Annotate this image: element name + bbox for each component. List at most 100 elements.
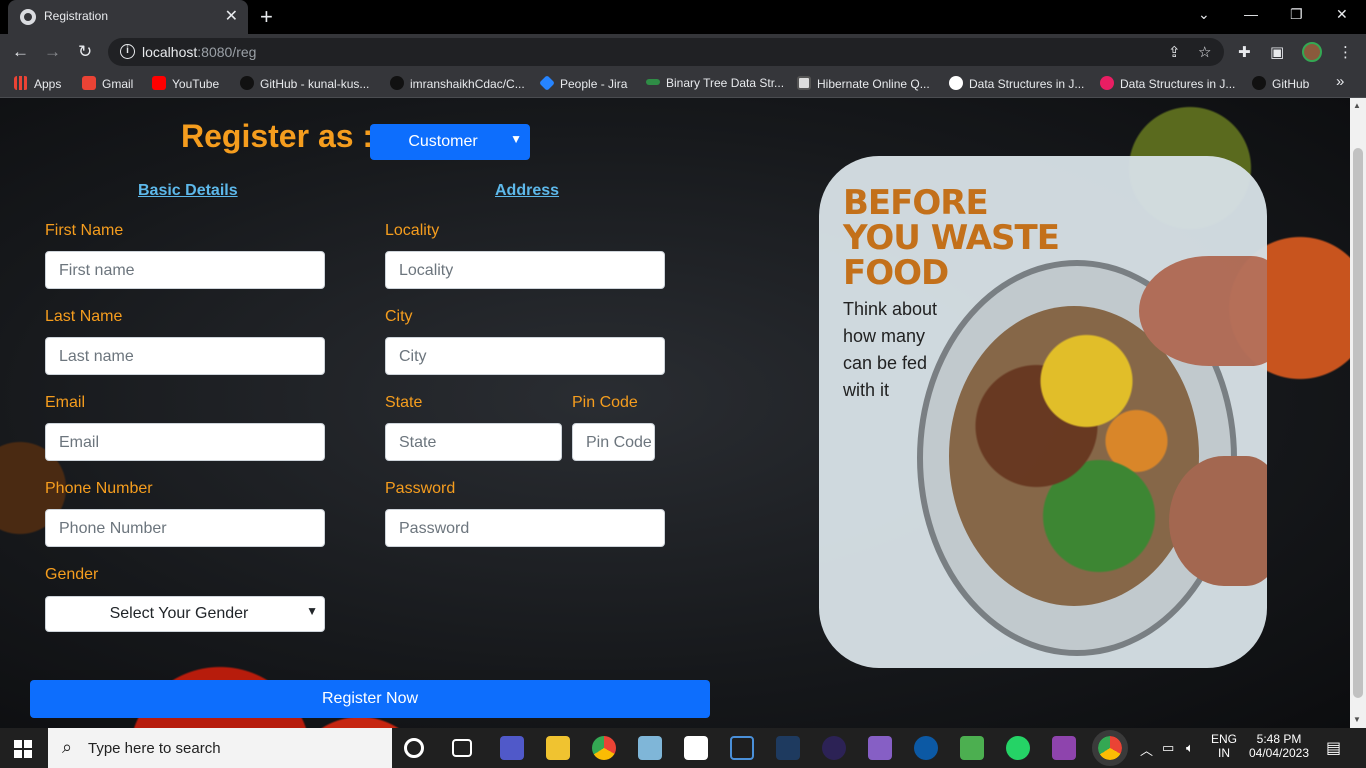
bookmark-ds-pink[interactable]: Data Structures in J...	[1100, 76, 1235, 91]
scroll-up-icon[interactable]: ▲	[1353, 101, 1361, 110]
bookmark-ds-google[interactable]: Data Structures in J...	[949, 76, 1084, 91]
eclipse-icon[interactable]	[822, 736, 846, 760]
address-heading: Address	[495, 182, 560, 199]
city-label: City	[385, 308, 413, 325]
file-explorer-icon[interactable]	[546, 736, 570, 760]
gender-select[interactable]: Select Your Gender ▼	[45, 596, 325, 632]
hibernate-icon	[797, 76, 811, 90]
bookmark-gmail[interactable]: Gmail	[82, 76, 133, 91]
app-icon[interactable]	[1052, 736, 1076, 760]
url-path: :8080/reg	[197, 44, 257, 60]
cortana-icon[interactable]	[404, 738, 424, 758]
bookmark-binary-tree[interactable]: Binary Tree Data Str...	[646, 76, 784, 90]
bookmark-youtube[interactable]: YouTube	[152, 76, 219, 91]
close-tab-icon[interactable]: ✕	[225, 6, 238, 26]
bookmark-github[interactable]: GitHub	[1252, 76, 1309, 91]
mysql-icon[interactable]	[730, 736, 754, 760]
bookmark-imranshaikh[interactable]: imranshaikhCdac/C...	[390, 76, 525, 91]
apps-grid-icon	[14, 76, 28, 90]
bookmarks-overflow-button[interactable]: »	[1336, 73, 1344, 90]
first-name-label: First Name	[45, 222, 124, 239]
locality-field[interactable]: Locality	[385, 251, 665, 289]
chevron-down-icon: ▼	[306, 604, 318, 618]
side-panel-icon[interactable]: ▣	[1270, 43, 1284, 61]
first-name-field[interactable]: First name	[45, 251, 325, 289]
back-button[interactable]: ←	[12, 42, 29, 62]
locality-placeholder: Locality	[399, 262, 454, 279]
state-placeholder: State	[399, 434, 437, 451]
state-field[interactable]: State	[385, 423, 562, 461]
scrollbar-thumb[interactable]	[1353, 148, 1363, 698]
address-bar[interactable]: i localhost:8080/reg ⇪ ☆	[108, 38, 1224, 66]
bookmark-github-kunal[interactable]: GitHub - kunal-kus...	[240, 76, 369, 91]
phone-field[interactable]: Phone Number	[45, 509, 325, 547]
reload-button[interactable]: ↻	[78, 42, 92, 62]
language-indicator[interactable]: ENG IN	[1208, 732, 1240, 760]
tab-search-icon[interactable]: ⌄	[1198, 6, 1210, 23]
edge-icon[interactable]	[914, 736, 938, 760]
file-icon[interactable]	[684, 736, 708, 760]
register-now-button[interactable]: Register Now	[30, 680, 710, 718]
role-select[interactable]: Customer ▼	[370, 124, 530, 160]
browser-tab[interactable]: Registration ✕	[8, 0, 248, 34]
close-window-button[interactable]: ✕	[1336, 6, 1348, 23]
chrome-icon[interactable]	[592, 736, 616, 760]
email-field[interactable]: Email	[45, 423, 325, 461]
clock-date: 04/04/2023	[1248, 746, 1310, 760]
new-tab-button[interactable]: +	[260, 4, 273, 30]
share-icon[interactable]: ⇪	[1168, 43, 1181, 61]
browser-toolbar: ← → ↻ i localhost:8080/reg ⇪ ☆ ✚ ▣ ⋮	[0, 34, 1366, 70]
pincode-field[interactable]: Pin Code	[572, 423, 655, 461]
task-view-icon[interactable]	[452, 739, 472, 757]
minimize-button[interactable]: —	[1244, 6, 1258, 22]
page-scrollbar[interactable]: ▲ ▼	[1350, 98, 1366, 728]
region-code: IN	[1218, 746, 1230, 760]
battery-icon[interactable]: ▭	[1162, 740, 1174, 756]
poster-headline-line: BEFORE	[843, 183, 989, 223]
tray-chevron-up-icon[interactable]: ︿	[1140, 740, 1153, 759]
github-icon	[1252, 76, 1266, 90]
bookmark-label: YouTube	[172, 77, 220, 91]
search-icon: ⌕	[62, 737, 73, 757]
visual-studio-icon[interactable]	[868, 736, 892, 760]
bookmark-hibernate[interactable]: Hibernate Online Q...	[797, 76, 930, 91]
extensions-icon[interactable]: ✚	[1238, 43, 1251, 61]
volume-icon[interactable]: 🔈︎	[1186, 740, 1194, 756]
menu-icon[interactable]: ⋮	[1338, 43, 1353, 61]
bookmark-star-icon[interactable]: ☆	[1198, 43, 1211, 61]
password-label: Password	[385, 480, 456, 497]
chrome-active-icon[interactable]	[1092, 730, 1128, 766]
clock[interactable]: 5:48 PM 04/04/2023	[1244, 732, 1314, 760]
forward-button[interactable]: →	[44, 42, 61, 62]
jira-icon	[539, 75, 555, 91]
city-field[interactable]: City	[385, 337, 665, 375]
taskbar-search-placeholder: Type here to search	[88, 740, 221, 757]
windows-start-icon[interactable]	[14, 740, 32, 758]
spreadsheet-icon[interactable]	[960, 736, 984, 760]
windows-taskbar: ⌕ Type here to search ︿ ▭ 🔈︎ ENG IN 5:48…	[0, 728, 1366, 768]
bookmark-jira[interactable]: People - Jira	[539, 75, 628, 91]
whatsapp-icon[interactable]	[1006, 736, 1030, 760]
notepad-icon[interactable]	[638, 736, 662, 760]
bookmark-label: Apps	[34, 77, 62, 91]
sts-icon[interactable]	[776, 736, 800, 760]
gfg-icon	[646, 79, 660, 85]
last-name-field[interactable]: Last name	[45, 337, 325, 375]
role-select-value: Customer	[408, 133, 478, 150]
taskbar-search-input[interactable]: ⌕ Type here to search	[48, 728, 392, 768]
bookmark-label: People - Jira	[560, 77, 628, 91]
teams-icon[interactable]	[500, 736, 524, 760]
clock-time: 5:48 PM	[1256, 732, 1302, 746]
profile-avatar[interactable]	[1302, 42, 1322, 62]
github-icon	[240, 76, 254, 90]
site-info-icon[interactable]: i	[120, 44, 135, 59]
notifications-icon[interactable]: ▤	[1326, 738, 1341, 758]
password-field[interactable]: Password	[385, 509, 665, 547]
bookmark-label: Gmail	[102, 77, 134, 91]
bookmark-apps[interactable]: Apps	[14, 76, 61, 91]
language-code: ENG	[1210, 732, 1237, 746]
github-icon	[390, 76, 404, 90]
scroll-down-icon[interactable]: ▼	[1353, 715, 1361, 724]
restore-button[interactable]: ❐	[1290, 6, 1303, 23]
hand-image	[1139, 256, 1267, 366]
